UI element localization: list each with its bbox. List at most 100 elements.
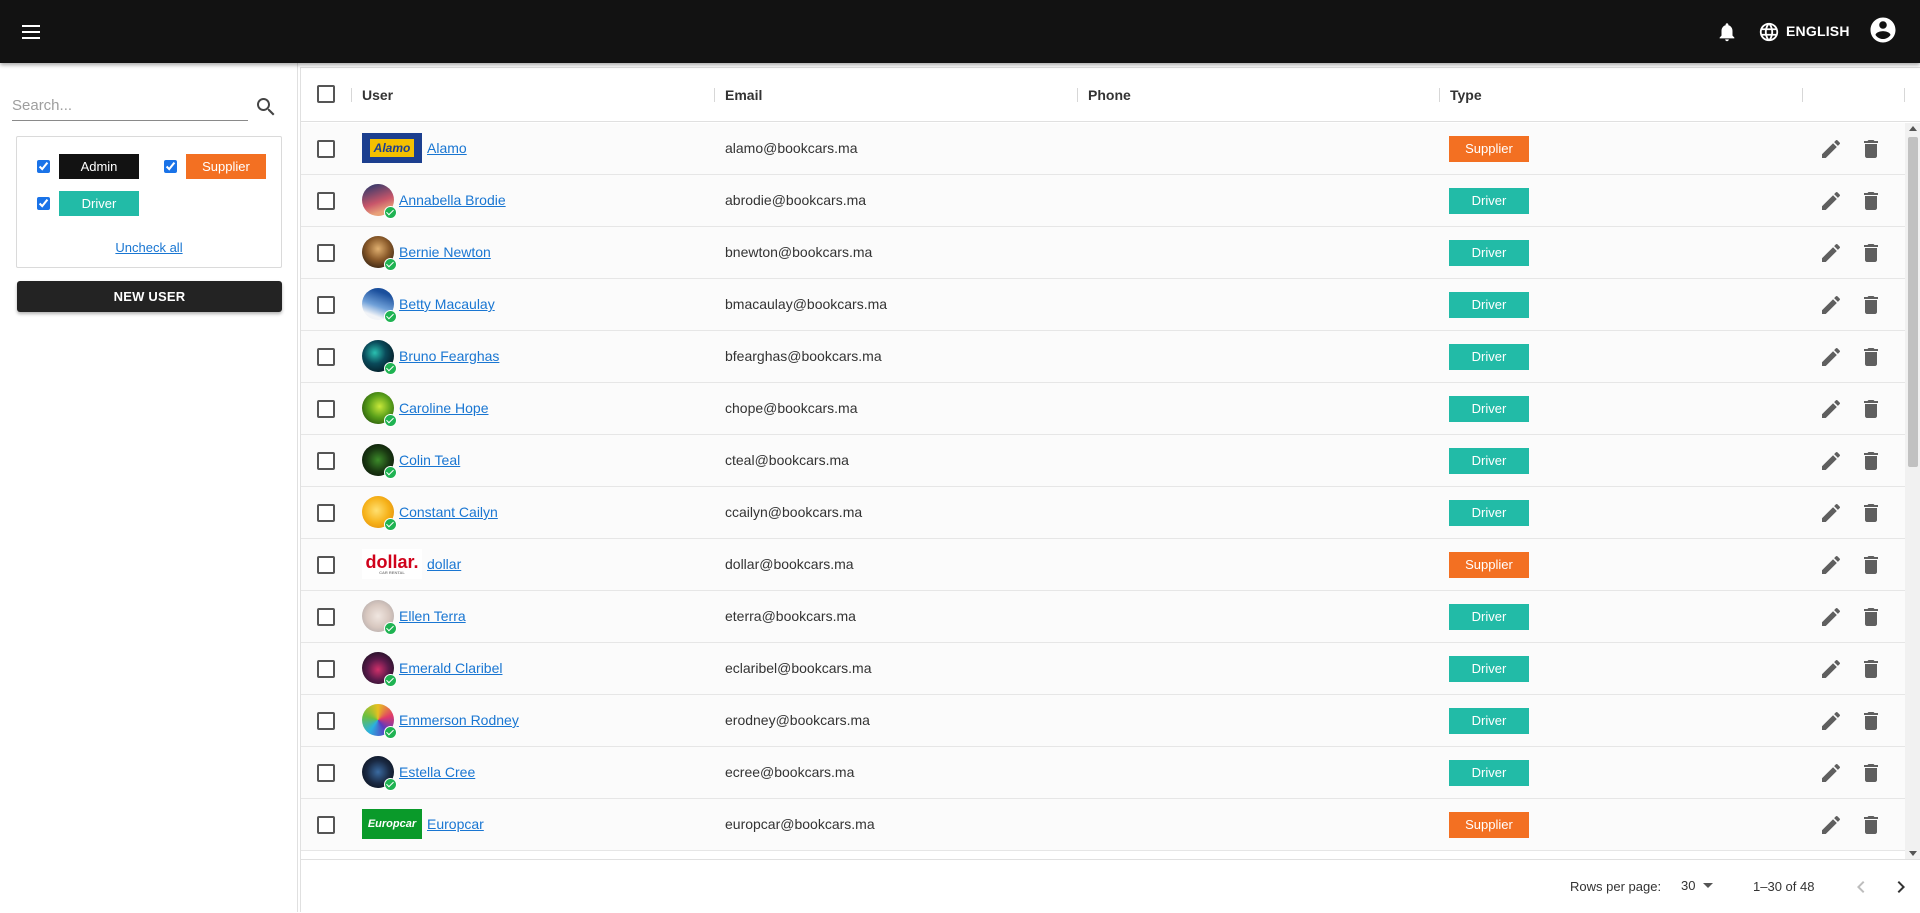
pencil-icon[interactable]	[1819, 813, 1843, 837]
user-name-link[interactable]: dollar	[427, 556, 461, 572]
column-separator[interactable]	[1077, 88, 1078, 102]
row-checkbox[interactable]	[317, 452, 335, 470]
user-name-link[interactable]: Estella Cree	[399, 764, 475, 780]
pencil-icon[interactable]	[1819, 449, 1843, 473]
column-header-type[interactable]: Type	[1450, 87, 1482, 103]
pencil-icon[interactable]	[1819, 501, 1843, 525]
filter-admin[interactable]: Admin	[37, 154, 139, 179]
table-row[interactable]: dollar. CAR RENTAL dollar dollar@bookcars.m…	[301, 539, 1905, 591]
bell-icon[interactable]	[1716, 20, 1738, 44]
new-user-button[interactable]: NEW USER	[17, 281, 282, 312]
trash-icon[interactable]	[1859, 761, 1883, 785]
table-row[interactable]: Colin Teal cteal@bookcars.ma Driver	[301, 435, 1905, 487]
row-checkbox[interactable]	[317, 192, 335, 210]
filter-driver-checkbox[interactable]	[37, 197, 50, 210]
column-separator[interactable]	[1802, 88, 1803, 102]
table-row[interactable]: Emerald Claribel eclaribel@bookcars.ma Dri…	[301, 643, 1905, 695]
filter-supplier-checkbox[interactable]	[164, 160, 177, 173]
pencil-icon[interactable]	[1819, 397, 1843, 421]
trash-icon[interactable]	[1859, 605, 1883, 629]
chevron-left-icon[interactable]	[1849, 875, 1873, 899]
table-row[interactable]: Bernie Newton bnewton@bookcars.ma Driver	[301, 227, 1905, 279]
table-row[interactable]: Constant Cailyn ccailyn@bookcars.ma Driver	[301, 487, 1905, 539]
search-input[interactable]	[12, 91, 248, 120]
scroll-up-arrow[interactable]	[1909, 126, 1917, 131]
table-row[interactable]: Ellen Terra eterra@bookcars.ma Driver	[301, 591, 1905, 643]
trash-icon[interactable]	[1859, 397, 1883, 421]
user-name-link[interactable]: Colin Teal	[399, 452, 460, 468]
account-circle-icon[interactable]	[1868, 15, 1898, 45]
column-header-email[interactable]: Email	[725, 87, 762, 103]
filter-driver[interactable]: Driver	[37, 191, 139, 216]
trash-icon[interactable]	[1859, 345, 1883, 369]
scroll-thumb[interactable]	[1908, 137, 1918, 467]
trash-icon[interactable]	[1859, 553, 1883, 577]
table-row[interactable]: Annabella Brodie abrodie@bookcars.ma Drive…	[301, 175, 1905, 227]
trash-icon[interactable]	[1859, 137, 1883, 161]
user-name-link[interactable]: Europcar	[427, 816, 484, 832]
row-checkbox[interactable]	[317, 296, 335, 314]
trash-icon[interactable]	[1859, 241, 1883, 265]
select-all-checkbox[interactable]	[317, 85, 335, 103]
row-checkbox[interactable]	[317, 556, 335, 574]
row-checkbox[interactable]	[317, 764, 335, 782]
table-row[interactable]: Betty Macaulay bmacaulay@bookcars.ma Drive…	[301, 279, 1905, 331]
trash-icon[interactable]	[1859, 189, 1883, 213]
pencil-icon[interactable]	[1819, 137, 1843, 161]
column-separator[interactable]	[1904, 88, 1905, 102]
trash-icon[interactable]	[1859, 709, 1883, 733]
column-separator[interactable]	[714, 88, 715, 102]
scroll-down-arrow[interactable]	[1909, 851, 1917, 856]
pencil-icon[interactable]	[1819, 605, 1843, 629]
user-name-link[interactable]: Betty Macaulay	[399, 296, 495, 312]
column-separator[interactable]	[1439, 88, 1440, 102]
column-header-user[interactable]: User	[362, 87, 393, 103]
row-checkbox[interactable]	[317, 400, 335, 418]
user-name-link[interactable]: Emerald Claribel	[399, 660, 502, 676]
table-row[interactable]: Alamo Alamo alamo@bookcars.ma Supplier	[301, 123, 1905, 175]
filter-admin-checkbox[interactable]	[37, 160, 50, 173]
pencil-icon[interactable]	[1819, 761, 1843, 785]
trash-icon[interactable]	[1859, 657, 1883, 681]
user-name-link[interactable]: Bernie Newton	[399, 244, 491, 260]
column-separator[interactable]	[351, 88, 352, 102]
trash-icon[interactable]	[1859, 293, 1883, 317]
user-name-link[interactable]: Bruno Fearghas	[399, 348, 499, 364]
table-row[interactable]: Europcar Europcar europcar@bookcars.ma Supp…	[301, 799, 1905, 851]
row-checkbox[interactable]	[317, 504, 335, 522]
trash-icon[interactable]	[1859, 449, 1883, 473]
uncheck-all-link[interactable]: Uncheck all	[17, 240, 281, 255]
user-name-link[interactable]: Emmerson Rodney	[399, 712, 519, 728]
vertical-scrollbar[interactable]	[1905, 123, 1920, 859]
globe-icon[interactable]	[1758, 21, 1780, 43]
row-checkbox[interactable]	[317, 712, 335, 730]
row-checkbox[interactable]	[317, 244, 335, 262]
pencil-icon[interactable]	[1819, 553, 1843, 577]
table-row[interactable]: Caroline Hope chope@bookcars.ma Driver	[301, 383, 1905, 435]
pencil-icon[interactable]	[1819, 345, 1843, 369]
row-checkbox[interactable]	[317, 140, 335, 158]
row-checkbox[interactable]	[317, 608, 335, 626]
user-name-link[interactable]: Alamo	[427, 140, 467, 156]
filter-supplier[interactable]: Supplier	[164, 154, 266, 179]
pencil-icon[interactable]	[1819, 657, 1843, 681]
pencil-icon[interactable]	[1819, 709, 1843, 733]
hamburger-menu-icon[interactable]	[18, 19, 46, 45]
pencil-icon[interactable]	[1819, 241, 1843, 265]
trash-icon[interactable]	[1859, 813, 1883, 837]
user-name-link[interactable]: Ellen Terra	[399, 608, 466, 624]
pencil-icon[interactable]	[1819, 293, 1843, 317]
user-name-link[interactable]: Caroline Hope	[399, 400, 489, 416]
row-checkbox[interactable]	[317, 816, 335, 834]
user-name-link[interactable]: Annabella Brodie	[399, 192, 506, 208]
search-icon[interactable]	[254, 95, 278, 119]
row-checkbox[interactable]	[317, 660, 335, 678]
pencil-icon[interactable]	[1819, 189, 1843, 213]
column-header-phone[interactable]: Phone	[1088, 87, 1131, 103]
rows-per-page-select[interactable]: 30	[1681, 878, 1714, 893]
language-selector[interactable]: ENGLISH	[1786, 23, 1850, 39]
table-row[interactable]: Estella Cree ecree@bookcars.ma Driver	[301, 747, 1905, 799]
chevron-right-icon[interactable]	[1889, 875, 1913, 899]
row-checkbox[interactable]	[317, 348, 335, 366]
table-row[interactable]: Emmerson Rodney erodney@bookcars.ma Driver	[301, 695, 1905, 747]
